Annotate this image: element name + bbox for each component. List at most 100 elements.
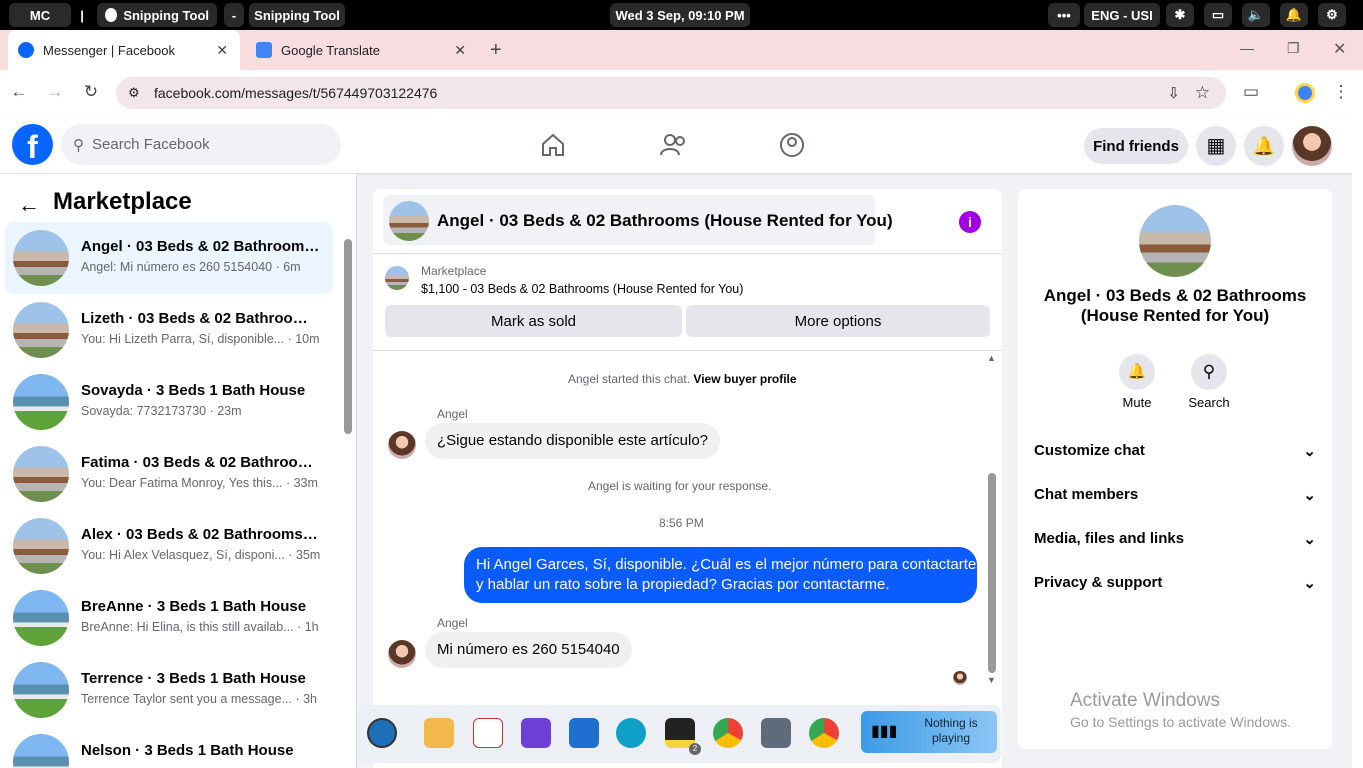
forward-icon[interactable]: → <box>44 82 66 102</box>
separator: | <box>80 7 84 23</box>
chevron-down-icon: ⌄ <box>1303 531 1316 548</box>
close-window-button[interactable]: ✕ <box>1333 39 1346 59</box>
page-scrollbar[interactable] <box>1352 116 1363 768</box>
editor-icon[interactable] <box>521 718 551 748</box>
conversation-preview: You: Hi Lizeth Parra, Sí, disponible... … <box>81 332 320 346</box>
contact-avatar[interactable] <box>1139 205 1211 277</box>
reload-icon[interactable]: ↻ <box>80 82 102 102</box>
conversation-item[interactable]: Alex · 03 Beds & 02 Bathrooms (... You: H… <box>5 510 333 582</box>
calculator-icon[interactable] <box>761 718 791 748</box>
new-tab-button[interactable]: + <box>490 39 502 62</box>
bookmark-star-icon[interactable]: ☆ <box>1195 83 1210 103</box>
settings-icon[interactable]: ⚙ <box>1318 3 1346 27</box>
language-indicator[interactable]: ENG - USI <box>1084 3 1160 27</box>
conversation-item[interactable]: Sovayda · 3 Beds 1 Bath House Sovayda: 77… <box>5 366 333 438</box>
conversation-item[interactable]: Terrence · 3 Beds 1 Bath House Terrence T… <box>5 654 333 726</box>
more-options-button[interactable]: More options <box>686 305 990 337</box>
close-tab-icon[interactable]: ✕ <box>216 42 228 59</box>
display-icon[interactable]: ▭ <box>1204 3 1232 27</box>
customize-chat-row[interactable]: Customize chat ⌄ <box>1034 442 1316 460</box>
conversation-preview: Angel: Mi número es 260 5154040 · 6m <box>81 260 301 274</box>
conversation-preview: Terrence Taylor sent you a message... · … <box>81 692 317 706</box>
facebook-icon <box>18 42 34 58</box>
marketplace-sidebar: ← Marketplace Angel · 03 Beds & 02 Bathr… <box>0 174 357 768</box>
search-label: Search <box>1188 395 1230 410</box>
close-tab-icon[interactable]: ✕ <box>454 42 466 59</box>
snipping-tool-button[interactable]: Snipping Tool <box>97 3 217 27</box>
notifications-bell-icon[interactable]: 🔔 <box>1244 126 1284 166</box>
search-input[interactable]: ⚲ Search Facebook <box>61 124 341 165</box>
find-friends-button[interactable]: Find friends <box>1084 128 1188 164</box>
sender-avatar[interactable] <box>388 640 416 668</box>
groups-icon[interactable] <box>779 132 805 158</box>
install-icon[interactable]: ⇩ <box>1167 84 1180 102</box>
profile-icon[interactable] <box>1295 83 1315 103</box>
url-bar[interactable]: ⚙ facebook.com/messages/t/56744970312247… <box>116 77 1226 109</box>
chat-info-panel: Angel · 03 Beds & 02 Bathrooms (House Re… <box>1018 189 1332 749</box>
home-icon[interactable] <box>540 133 566 157</box>
conversation-item[interactable]: BreAnne · 3 Beds 1 Bath House BreAnne: Hi… <box>5 582 333 654</box>
minus-button[interactable]: - <box>224 3 244 27</box>
facebook-header: f ⚲ Search Facebook Find friends ▦ 🔔 <box>0 116 1352 173</box>
back-icon[interactable]: ← <box>8 82 30 102</box>
media-files-row[interactable]: Media, files and links ⌄ <box>1034 530 1316 548</box>
view-buyer-profile-link[interactable]: View buyer profile <box>693 372 796 386</box>
minimize-button[interactable]: — <box>1240 40 1254 56</box>
conversation-item[interactable]: Fatima · 03 Beds & 02 Bathroom... You: De… <box>5 438 333 510</box>
conversation-avatar <box>13 590 69 646</box>
dock-app-icon[interactable] <box>367 718 397 748</box>
tab-messenger[interactable]: Messenger | Facebook ✕ <box>8 30 240 70</box>
waiting-note: Angel is waiting for your response. <box>588 479 772 493</box>
incoming-message[interactable]: ¿Sigue estando disponible este artículo? <box>425 423 721 459</box>
cast-icon[interactable]: ▭ <box>1240 82 1262 102</box>
divider <box>373 253 1002 254</box>
conversation-item[interactable]: Angel · 03 Beds & 02 Bathrooms... Angel: … <box>5 222 333 294</box>
volume-icon[interactable]: 🔈 <box>1242 3 1270 27</box>
chat-avatar <box>389 201 429 241</box>
listing-title[interactable]: $1,100 - 03 Beds & 02 Bathrooms (House R… <box>421 282 743 296</box>
chat-header[interactable]: Angel · 03 Beds & 02 Bathrooms (House Re… <box>383 195 893 245</box>
store-icon[interactable] <box>569 718 599 748</box>
sender-avatar[interactable] <box>388 431 416 459</box>
snip-icon[interactable] <box>473 718 503 748</box>
tab-google-translate[interactable]: Google Translate ✕ <box>246 30 478 70</box>
conversation-item[interactable]: Nelson · 3 Beds 1 Bath House <box>5 726 333 768</box>
folder-icon[interactable] <box>424 718 454 748</box>
chevron-down-icon: ⌄ <box>1303 575 1316 592</box>
notifications-icon[interactable]: 🔔 <box>1280 3 1308 27</box>
chat-members-row[interactable]: Chat members ⌄ <box>1034 486 1316 504</box>
sidebar-scrollbar[interactable] <box>343 224 353 754</box>
restore-button[interactable]: ❐ <box>1287 40 1300 57</box>
mute-bell-icon[interactable]: 🔔 <box>1119 354 1155 390</box>
friends-icon[interactable] <box>660 133 688 157</box>
menu-icon[interactable]: ⋮ <box>1330 82 1352 102</box>
info-icon[interactable]: i <box>959 211 981 233</box>
incoming-message[interactable]: Mi número es 260 5154040 <box>425 632 632 668</box>
mute-label: Mute <box>1122 395 1152 410</box>
conversation-item[interactable]: Lizeth · 03 Beds & 02 Bathrooms... You: H… <box>5 294 333 366</box>
privacy-support-row[interactable]: Privacy & support ⌄ <box>1034 574 1316 592</box>
activate-windows-subtext: Go to Settings to activate Windows. <box>1070 714 1291 730</box>
bluetooth-icon[interactable]: ✱ <box>1166 3 1194 27</box>
chat-scrollbar[interactable]: ▲ ▼ <box>986 353 998 685</box>
menu-grid-icon[interactable]: ▦ <box>1196 126 1236 166</box>
account-avatar[interactable] <box>1292 126 1332 166</box>
user-button[interactable]: MC <box>9 3 71 27</box>
mark-as-sold-button[interactable]: Mark as sold <box>385 305 682 337</box>
site-info-icon[interactable]: ⚙ <box>128 85 140 101</box>
outgoing-message[interactable]: Hi Angel Garces, Sí, disponible. ¿Cuál e… <box>464 547 977 603</box>
chrome-icon[interactable] <box>713 718 743 748</box>
edge-icon[interactable] <box>616 718 646 748</box>
chrome-icon[interactable] <box>809 718 839 748</box>
conversation-avatar <box>13 518 69 574</box>
listing-thumbnail[interactable] <box>385 266 409 290</box>
snipping-tool-title[interactable]: Snipping Tool <box>249 3 345 27</box>
snipping-tool-icon <box>105 8 118 22</box>
conversation-preview: Sovayda: 7732173730 · 23m <box>81 404 242 418</box>
search-icon[interactable]: ⚲ <box>1191 354 1227 390</box>
facebook-logo-icon[interactable]: f <box>12 124 53 165</box>
more-icon[interactable]: ••• <box>1048 3 1080 27</box>
clock[interactable]: Wed 3 Sep, 09:10 PM <box>610 3 750 27</box>
back-arrow-icon[interactable]: ← <box>18 192 40 218</box>
media-widget[interactable]: ▮▮▮ Nothing is playing <box>861 711 997 753</box>
